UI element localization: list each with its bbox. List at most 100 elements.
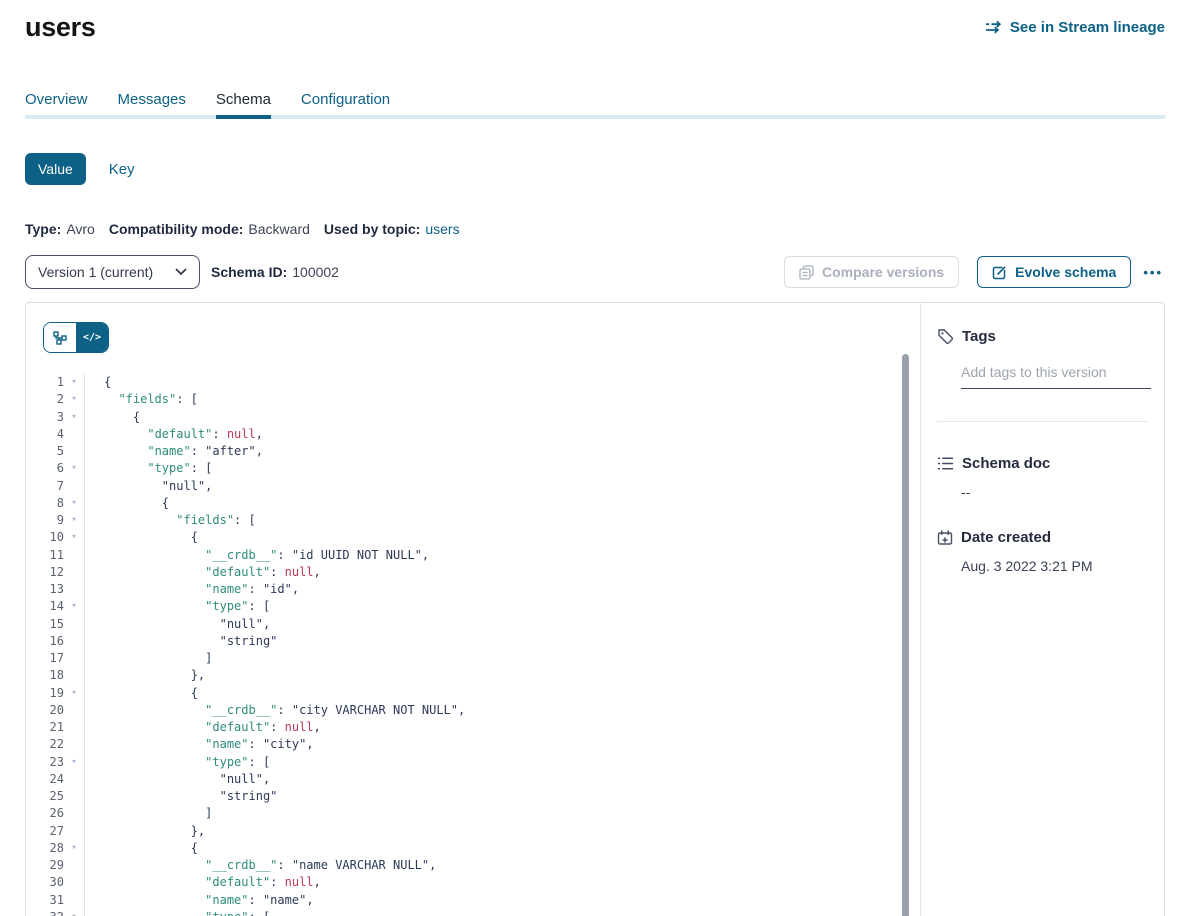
fold-toggle-icon[interactable]: ▾	[64, 685, 84, 702]
code-line: 28▾{	[26, 840, 920, 857]
fold-spacer	[64, 443, 84, 460]
fold-toggle-icon[interactable]: ▾	[64, 529, 84, 546]
compare-versions-button[interactable]: Compare versions	[784, 256, 959, 288]
schema-doc-section-header: Schema doc	[937, 455, 1148, 472]
meta-type: Type: Avro	[25, 221, 95, 237]
fold-spacer	[64, 564, 84, 581]
code-text: "default": null,	[84, 874, 920, 891]
fold-spacer	[64, 805, 84, 822]
editor-scrollbar[interactable]	[902, 354, 909, 916]
fold-spacer	[64, 633, 84, 650]
code-lines: 1▾{2▾"fields": [3▾{4"default": null,5"na…	[26, 374, 920, 916]
code-line: 30"default": null,	[26, 874, 920, 891]
code-line: 16"string"	[26, 633, 920, 650]
tags-title: Tags	[962, 328, 996, 345]
schema-controls: Version 1 (current) Schema ID: 100002 Co…	[25, 255, 1165, 289]
tab-overview[interactable]: Overview	[25, 92, 88, 108]
line-number: 29	[26, 857, 64, 874]
code-text: "type": [	[84, 909, 920, 916]
schema-meta: Type: Avro Compatibility mode: Backward …	[25, 221, 1165, 237]
fold-toggle-icon[interactable]: ▾	[64, 409, 84, 426]
tab-schema[interactable]: Schema	[216, 92, 271, 108]
compatibility-value: Backward	[248, 221, 309, 237]
line-number: 15	[26, 616, 64, 633]
stream-lineage-link[interactable]: See in Stream lineage	[985, 19, 1165, 36]
tab-messages[interactable]: Messages	[118, 92, 186, 108]
type-value: Avro	[66, 221, 95, 237]
fold-spacer	[64, 547, 84, 564]
code-line: 6▾"type": [	[26, 460, 920, 477]
tab-configuration[interactable]: Configuration	[301, 92, 390, 108]
code-text: {	[84, 529, 920, 546]
line-number: 6	[26, 460, 64, 477]
fold-toggle-icon[interactable]: ▾	[64, 460, 84, 477]
code-line: 31"name": "name",	[26, 892, 920, 909]
fold-toggle-icon[interactable]: ▾	[64, 754, 84, 771]
code-line: 32▾"type": [	[26, 909, 920, 916]
code-line: 3▾{	[26, 409, 920, 426]
fold-toggle-icon[interactable]: ▾	[64, 374, 84, 391]
code-text: },	[84, 667, 920, 684]
code-line: 29"__crdb__": "name VARCHAR NULL",	[26, 857, 920, 874]
schema-editor: </> 1▾{2▾"fields": [3▾{4"default": null,…	[26, 303, 920, 916]
code-text: "name": "after",	[84, 443, 920, 460]
evolve-schema-label: Evolve schema	[1015, 264, 1116, 280]
calendar-plus-icon	[937, 530, 953, 546]
schema-sidebar: Tags Schema doc --	[920, 303, 1164, 916]
line-number: 10	[26, 529, 64, 546]
version-select[interactable]: Version 1 (current)	[25, 255, 200, 289]
schema-doc-title: Schema doc	[962, 455, 1050, 472]
fold-toggle-icon[interactable]: ▾	[64, 909, 84, 916]
code-text: ]	[84, 650, 920, 667]
code-block: 1▾{2▾"fields": [3▾{4"default": null,5"na…	[26, 374, 920, 916]
stream-lineage-label: See in Stream lineage	[1010, 19, 1165, 36]
code-line: 8▾{	[26, 495, 920, 512]
topic-link[interactable]: users	[425, 221, 459, 237]
line-number: 11	[26, 547, 64, 564]
topic-label: Used by topic:	[324, 221, 420, 237]
tags-section-header: Tags	[937, 328, 1148, 345]
code-line: 12"default": null,	[26, 564, 920, 581]
code-line: 1▾{	[26, 374, 920, 391]
code-text: "string"	[84, 633, 920, 650]
line-number: 31	[26, 892, 64, 909]
schema-id-value: 100002	[292, 264, 339, 280]
line-number: 25	[26, 788, 64, 805]
tab-bar: Overview Messages Schema Configuration	[25, 92, 1165, 119]
fold-toggle-icon[interactable]: ▾	[64, 840, 84, 857]
code-line: 10▾{	[26, 529, 920, 546]
fold-toggle-icon[interactable]: ▾	[64, 391, 84, 408]
code-text: "type": [	[84, 460, 920, 477]
code-view-button[interactable]: </>	[76, 323, 108, 352]
evolve-schema-button[interactable]: Evolve schema	[977, 256, 1131, 288]
date-created-section-header: Date created	[937, 529, 1148, 546]
edit-icon	[992, 265, 1007, 280]
code-text: "default": null,	[84, 564, 920, 581]
key-button[interactable]: Key	[109, 161, 135, 178]
code-text: "null",	[84, 478, 920, 495]
fold-toggle-icon[interactable]: ▾	[64, 598, 84, 615]
code-line: 20"__crdb__": "city VARCHAR NOT NULL",	[26, 702, 920, 719]
code-line: 21"default": null,	[26, 719, 920, 736]
more-actions-button[interactable]: •••	[1141, 261, 1165, 284]
meta-compatibility: Compatibility mode: Backward	[109, 221, 310, 237]
code-text: "name": "id",	[84, 581, 920, 598]
compare-versions-icon	[799, 265, 814, 280]
line-number: 28	[26, 840, 64, 857]
code-text: "type": [	[84, 754, 920, 771]
meta-topic: Used by topic: users	[324, 221, 460, 237]
schema-card: </> 1▾{2▾"fields": [3▾{4"default": null,…	[25, 302, 1165, 916]
fold-toggle-icon[interactable]: ▾	[64, 495, 84, 512]
code-line: 13"name": "id",	[26, 581, 920, 598]
fold-toggle-icon[interactable]: ▾	[64, 512, 84, 529]
gutter-separator	[84, 374, 85, 916]
fold-spacer	[64, 874, 84, 891]
fold-spacer	[64, 702, 84, 719]
add-tags-input[interactable]	[961, 364, 1151, 389]
fold-spacer	[64, 823, 84, 840]
tree-view-button[interactable]	[44, 323, 76, 352]
line-number: 3	[26, 409, 64, 426]
value-button[interactable]: Value	[25, 153, 86, 185]
tab-track	[25, 115, 1165, 119]
date-created-title: Date created	[961, 529, 1051, 546]
